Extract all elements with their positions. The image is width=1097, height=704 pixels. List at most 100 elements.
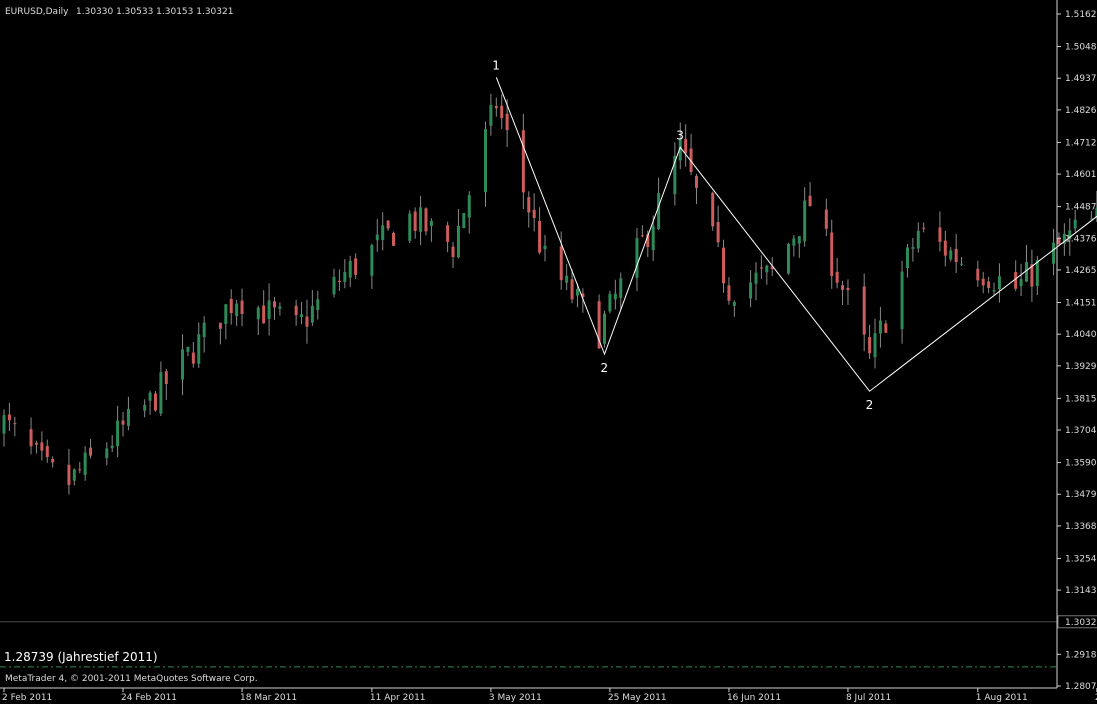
bull-candle-body bbox=[754, 272, 758, 284]
bull-candle-body bbox=[997, 276, 1001, 290]
bear-candle-body bbox=[640, 235, 644, 237]
candle[interactable] bbox=[153, 390, 157, 412]
bear-candle-body bbox=[29, 429, 33, 447]
price-tick-label: 1.41510 bbox=[1065, 298, 1097, 308]
bull-candle-body bbox=[657, 193, 661, 230]
bear-candle-body bbox=[808, 195, 812, 207]
time-tick-label: 11 Apr 2011 bbox=[370, 693, 426, 703]
bull-candle-body bbox=[197, 334, 201, 364]
price-tick-label: 1.44870 bbox=[1065, 203, 1097, 213]
candle[interactable] bbox=[608, 290, 612, 314]
bear-candle-body bbox=[273, 301, 276, 308]
bear-candle-body bbox=[954, 248, 958, 263]
annual-low-label: 1.28739 (Jahrestief 2011) bbox=[4, 650, 158, 664]
bear-candle-body bbox=[500, 105, 504, 119]
time-tick-label: 2 Feb 2011 bbox=[2, 693, 52, 703]
bear-candle-body bbox=[1014, 272, 1018, 289]
candle[interactable] bbox=[424, 207, 428, 236]
bull-candle-body bbox=[749, 282, 753, 299]
price-tick-label: 1.34790 bbox=[1065, 490, 1097, 500]
bear-candle-body bbox=[7, 414, 11, 421]
bull-candle-body bbox=[332, 276, 336, 295]
bull-candle-body bbox=[911, 247, 915, 249]
time-tick-label: 3 May 2011 bbox=[489, 693, 542, 703]
candle[interactable] bbox=[392, 231, 396, 246]
bull-candle-body bbox=[370, 244, 374, 276]
bull-candle-body bbox=[992, 290, 996, 292]
bear-candle-body bbox=[716, 222, 720, 243]
bull-candle-body bbox=[797, 236, 801, 244]
bear-candle-body bbox=[451, 246, 455, 257]
price-tick-label: 1.29180 bbox=[1065, 650, 1097, 660]
bull-candle-body bbox=[316, 299, 320, 311]
bear-candle-body bbox=[40, 442, 44, 451]
wave-point-label: 3 bbox=[676, 128, 684, 142]
bear-candle-body bbox=[229, 298, 233, 314]
bull-candle-body bbox=[1019, 279, 1023, 287]
price-tick-label: 1.32540 bbox=[1065, 554, 1097, 564]
bear-candle-body bbox=[51, 458, 55, 463]
bull-candle-body bbox=[408, 213, 412, 241]
bull-candle-body bbox=[300, 314, 304, 318]
price-tick-label: 1.47120 bbox=[1065, 138, 1097, 148]
candle[interactable] bbox=[711, 191, 715, 231]
bear-candle-body bbox=[824, 209, 828, 229]
bear-candle-body bbox=[413, 211, 417, 231]
bull-candle-body bbox=[635, 238, 639, 278]
bull-candle-body bbox=[143, 404, 147, 411]
price-tick-label: 1.42650 bbox=[1065, 266, 1097, 276]
price-tick-label: 1.40400 bbox=[1065, 330, 1097, 340]
candle[interactable] bbox=[408, 210, 412, 244]
bull-candle-body bbox=[905, 247, 909, 269]
bear-candle-body bbox=[34, 442, 38, 445]
bull-candle-body bbox=[1052, 242, 1056, 264]
bear-candle-body bbox=[938, 227, 942, 242]
bear-candle-body bbox=[846, 287, 850, 291]
bear-candle-body bbox=[89, 447, 93, 456]
bull-candle-body bbox=[489, 105, 493, 126]
price-tick-label: 1.37040 bbox=[1065, 426, 1097, 436]
wave-point-label: 2 bbox=[866, 398, 874, 412]
bear-candle-body bbox=[841, 285, 845, 290]
ohlc-values: 1.30330 1.30533 1.30153 1.30321 bbox=[76, 7, 233, 17]
bull-candle-body bbox=[873, 333, 877, 358]
price-chart[interactable]: 1232323 1.516201.504801.493701.482601.47… bbox=[0, 0, 1097, 704]
candle[interactable] bbox=[462, 212, 466, 229]
bear-candle-body bbox=[835, 271, 839, 283]
price-tick-label: 1.49370 bbox=[1065, 74, 1097, 84]
bear-candle-body bbox=[191, 352, 195, 364]
chart-background bbox=[0, 0, 1097, 704]
bull-candle-body bbox=[186, 346, 190, 352]
bear-candle-body bbox=[13, 423, 17, 425]
bear-candle-body bbox=[218, 322, 222, 329]
bear-candle-body bbox=[424, 208, 428, 232]
bear-candle-body bbox=[538, 220, 542, 253]
bear-candle-body bbox=[67, 464, 71, 485]
bear-candle-body bbox=[386, 220, 390, 229]
bull-candle-body bbox=[456, 225, 460, 258]
bull-candle-body bbox=[419, 207, 423, 232]
bear-candle-body bbox=[153, 393, 157, 411]
bull-candle-body bbox=[429, 220, 433, 226]
price-tick-label: 1.46010 bbox=[1065, 170, 1097, 180]
price-tick-label: 1.33680 bbox=[1065, 522, 1097, 532]
bull-candle-body bbox=[1035, 260, 1039, 286]
bull-candle-body bbox=[732, 301, 736, 306]
copyright-label: MetaTrader 4, © 2001-2011 MetaQuotes Sof… bbox=[5, 674, 258, 684]
bull-candle-body bbox=[126, 408, 130, 426]
symbol-label: EURUSD,Daily bbox=[5, 7, 69, 17]
bear-candle-body bbox=[862, 286, 866, 335]
candle[interactable] bbox=[603, 310, 607, 348]
bear-candle-body bbox=[240, 300, 244, 314]
bull-candle-body bbox=[116, 420, 120, 447]
candle[interactable] bbox=[786, 242, 790, 275]
time-tick-label: 18 Mar 2011 bbox=[240, 693, 297, 703]
bear-candle-body bbox=[305, 316, 309, 327]
bear-candle-body bbox=[392, 232, 396, 246]
bear-candle-body bbox=[494, 106, 498, 109]
bear-candle-body bbox=[868, 337, 872, 354]
bull-candle-body bbox=[613, 293, 617, 300]
bull-candle-body bbox=[110, 445, 114, 449]
price-tick-label: 1.30321 bbox=[1065, 618, 1097, 628]
bull-candle-body bbox=[267, 300, 271, 320]
